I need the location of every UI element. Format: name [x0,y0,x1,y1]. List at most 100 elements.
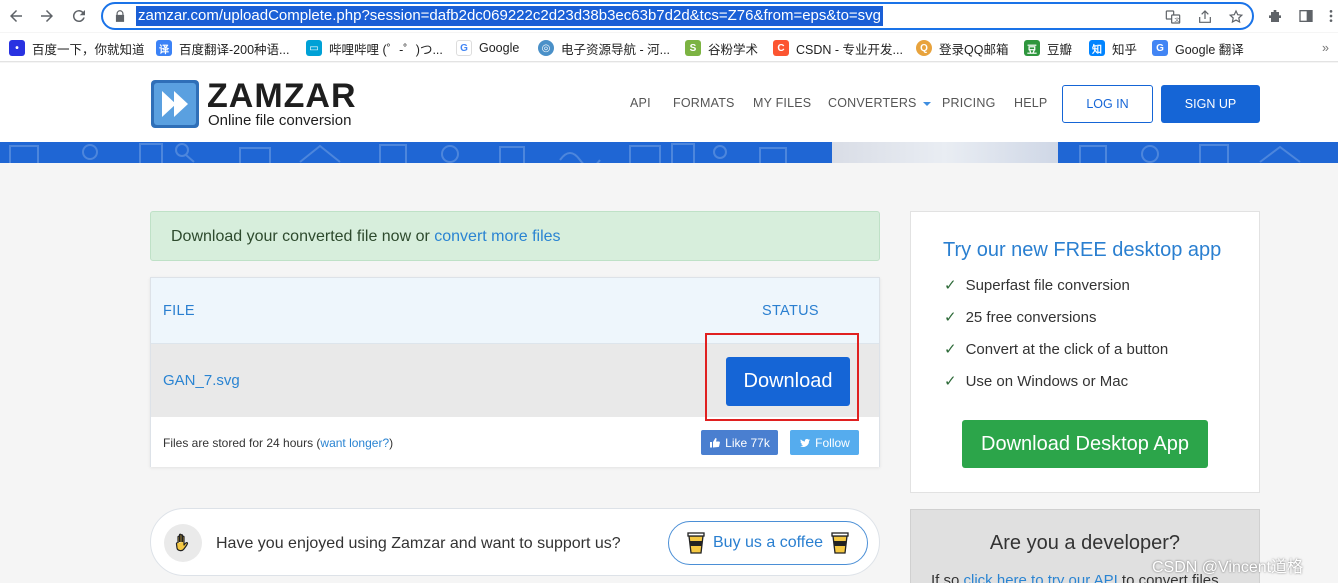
facebook-like-button[interactable]: Like 77k [701,430,778,455]
coffee-cup-icon [687,532,705,554]
forward-button[interactable] [34,3,60,29]
twitter-follow-button[interactable]: Follow [790,430,859,455]
checkmark-icon: ✓ [944,277,957,294]
bookmark-item[interactable]: Q 登录QQ邮箱 [916,38,1008,58]
caret-down-icon [922,101,931,106]
bookmark-item[interactable]: S 谷粉学术 [685,38,758,58]
globe-icon: ◎ [538,40,554,56]
banner-device-image [832,142,1058,163]
like-label: Like 77k [725,435,770,450]
follow-label: Follow [815,435,850,450]
bookmark-item[interactable]: C CSDN - 专业开发... [773,38,903,58]
checkmark-icon: ✓ [944,341,957,358]
developer-title: Are you a developer? [989,532,1181,554]
buy-coffee-button[interactable]: Buy us a coffee [668,521,868,565]
nav-my-files[interactable]: MY FILES [753,96,811,110]
address-bar[interactable]: zamzar.com/uploadComplete.php?session=da… [101,2,1254,30]
nav-pricing[interactable]: PRICING [942,96,996,110]
qq-mail-icon: Q [916,40,932,56]
feature-label: Convert at the click of a button [965,340,1169,358]
want-longer-link[interactable]: want longer? [320,436,389,450]
nav-converters-label: CONVERTERS [828,96,917,110]
google-icon: G [456,40,472,56]
arrow-left-icon [10,10,22,22]
developer-text-prefix: If so [931,572,964,583]
bookmark-label: 豆瓣 [1047,42,1073,57]
translate-icon[interactable]: 文 [1164,8,1182,26]
zamzar-logo-icon[interactable] [150,79,200,129]
annotation-highlight-box [705,333,859,421]
storage-note: Files are stored for 24 hours (want long… [163,436,393,450]
bookmark-label: 哔哩哔哩 (゜-゜)つ... [329,42,443,57]
nav-formats[interactable]: FORMATS [673,96,735,110]
browser-toolbar: zamzar.com/uploadComplete.php?session=da… [0,0,1338,32]
nav-api[interactable]: API [630,96,651,110]
alert-text: Download your converted file now or [171,228,435,245]
feature-label: 25 free conversions [965,308,1097,326]
arrow-right-icon [41,10,53,22]
bookmark-item[interactable]: ▭ 哔哩哔哩 (゜-゜)つ... [306,38,443,58]
back-button[interactable] [3,3,29,29]
bilibili-tv-icon: ▭ [306,40,322,56]
bookmark-item[interactable]: 译 百度翻译-200种语... [156,38,289,58]
reload-button[interactable] [66,3,92,29]
thumbs-up-icon [710,437,721,447]
csdn-icon: C [773,40,789,56]
bookmark-label: CSDN - 专业开发... [796,42,903,57]
nav-converters[interactable]: CONVERTERS [828,96,931,110]
lock-icon [115,10,125,22]
zhihu-icon: 知 [1089,40,1105,56]
bookmarks-bar: • 百度一下，你就知道 译 百度翻译-200种语... ▭ 哔哩哔哩 (゜-゜)… [0,33,1338,62]
signup-button[interactable]: SIGN UP [1161,85,1260,123]
bookmark-item[interactable]: • 百度一下，你就知道 [9,38,145,58]
status-column-header: STATUS [762,303,819,319]
bookmark-item[interactable]: G Google [456,38,519,58]
feature-item: ✓ 25 free conversions [944,308,1097,327]
baidu-paw-icon: • [9,40,25,56]
side-panel-icon[interactable] [1295,5,1317,27]
file-column-header: FILE [163,303,195,319]
bookmark-item[interactable]: 知 知乎 [1089,38,1137,58]
bookmark-item[interactable]: ◎ 电子资源导航 - 河... [538,38,670,58]
support-text: Have you enjoyed using Zamzar and want t… [216,535,621,552]
feature-label: Superfast file conversion [965,276,1130,294]
try-api-link[interactable]: click here to try our API [964,572,1118,583]
feature-item: ✓ Superfast file conversion [944,276,1130,295]
bookmark-label: Google [479,41,520,55]
banner-pattern [9,143,1301,163]
bookmark-item[interactable]: G Google 翻译 [1152,38,1244,58]
extensions-icon[interactable] [1264,5,1286,27]
menu-icon[interactable] [1320,5,1338,27]
bookmark-label: 电子资源导航 - 河... [561,42,671,57]
twitter-bird-icon [800,438,811,447]
bookmark-item[interactable]: 豆 豆瓣 [1024,38,1072,58]
login-button[interactable]: LOG IN [1062,85,1153,123]
coffee-cup-icon [831,532,849,554]
more-bookmarks-icon[interactable]: » [1322,38,1329,58]
bookmark-label: 知乎 [1112,42,1138,57]
checkmark-icon: ✓ [944,373,957,390]
bookmark-label: 百度翻译-200种语... [179,42,290,57]
csdn-watermark: CSDN @Vincent道格 [1152,559,1304,576]
support-banner: Have you enjoyed using Zamzar and want t… [150,508,880,576]
site-header: ZAMZAR ™ Online file conversion API FORM… [0,63,1338,142]
star-bookmark-icon[interactable] [1227,8,1245,26]
douban-icon: 豆 [1024,40,1040,56]
feature-item: ✓ Convert at the click of a button [944,340,1169,359]
url-text[interactable]: zamzar.com/uploadComplete.php?session=da… [136,6,884,26]
bookmark-label: Google 翻译 [1175,42,1244,57]
nav-help[interactable]: HELP [1014,96,1047,110]
bookmark-label: 谷粉学术 [708,42,759,57]
trademark: ™ [335,82,343,91]
reload-icon [72,10,85,23]
google-translate-icon: G [1152,40,1168,56]
bookmark-label: 百度一下，你就知道 [32,42,145,57]
convert-more-files-link[interactable]: convert more files [434,228,560,245]
feature-label: Use on Windows or Mac [965,372,1129,390]
share-icon[interactable] [1196,8,1214,26]
baidu-translate-icon: 译 [156,40,172,56]
file-name-link[interactable]: GAN_7.svg [163,372,240,389]
download-desktop-app-button[interactable]: Download Desktop App [962,420,1208,468]
feature-item: ✓ Use on Windows or Mac [944,372,1129,391]
storage-note-text: Files are stored for 24 hours ( [163,436,321,450]
